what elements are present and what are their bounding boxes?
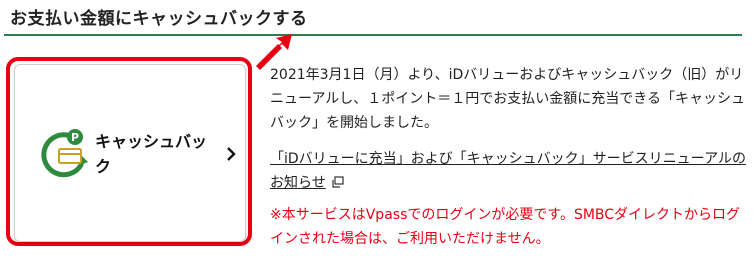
renewal-notice-link[interactable]: 「iDバリューに充当」および「キャッシュバック」サービスリニューアルのお知らせ: [270, 147, 748, 195]
service-description: 2021年3月1日（月）より、iDバリューおよびキャッシュバック（旧）がリニュー…: [270, 67, 746, 131]
chevron-right-icon: [227, 147, 236, 161]
cashback-card[interactable]: P キャッシュバック: [14, 64, 246, 242]
section-divider: [4, 34, 742, 36]
login-notice: ※本サービスはVpassでのログインが必要です。SMBCダイレクトからログインさ…: [270, 207, 741, 247]
external-window-icon: [332, 176, 344, 188]
cashback-coin-icon: P: [41, 129, 88, 178]
svg-text:P: P: [71, 131, 79, 144]
section-heading: お支払い金額にキャッシュバックする: [10, 9, 308, 29]
cashback-card-label: キャッシュバック: [95, 132, 208, 176]
